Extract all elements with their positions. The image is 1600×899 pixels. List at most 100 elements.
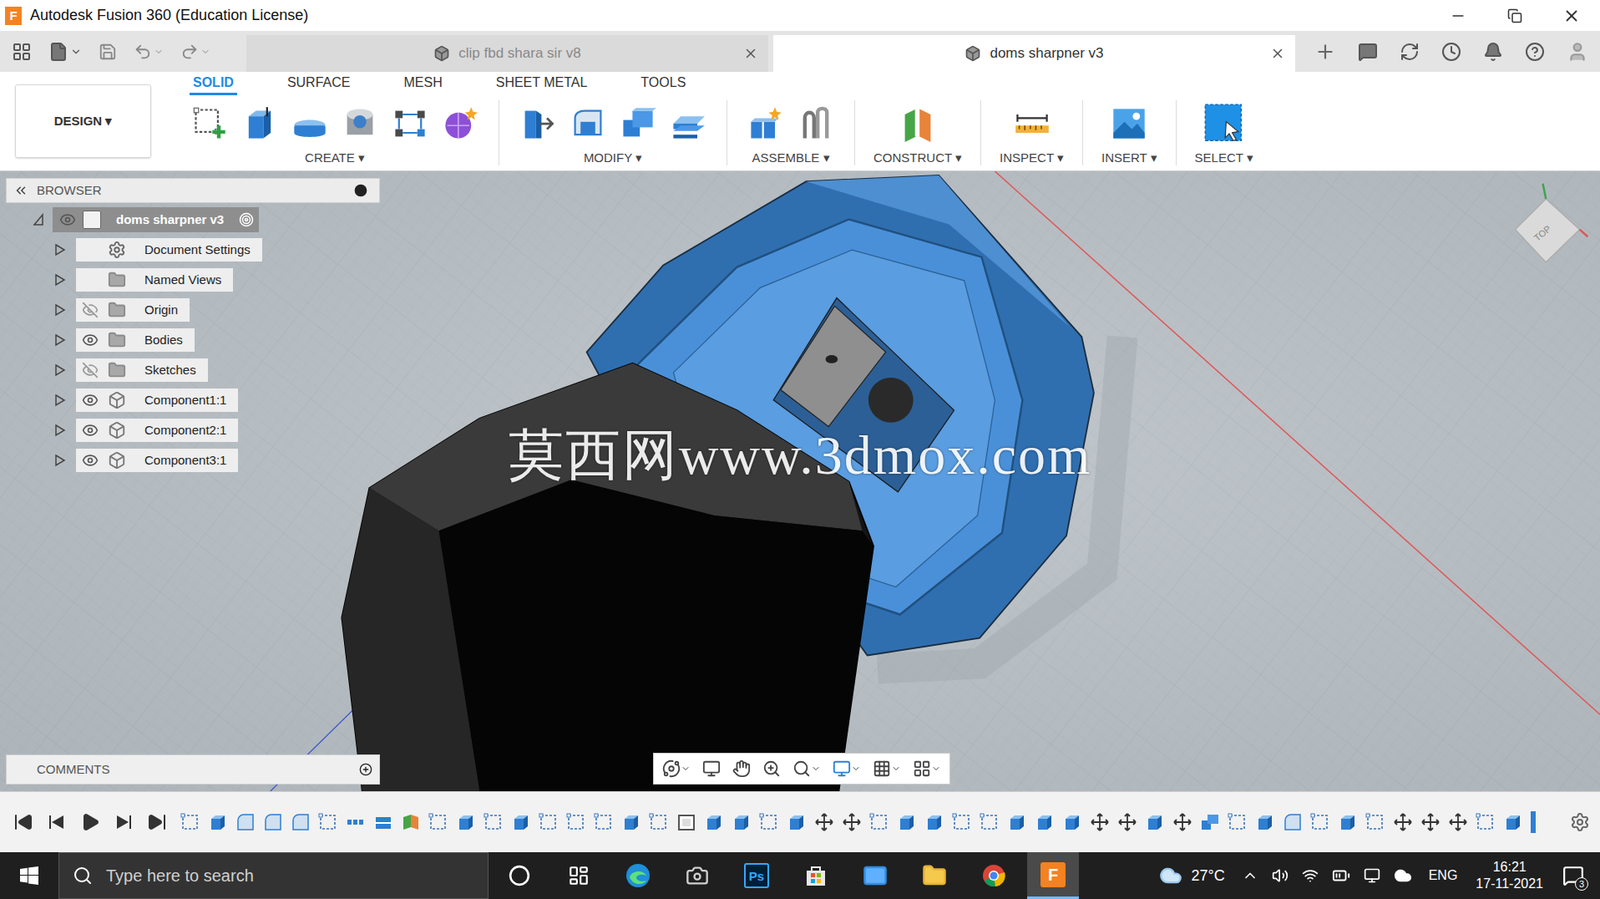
battery-icon[interactable] (1331, 865, 1351, 885)
sketch-feature-icon[interactable] (1365, 811, 1386, 832)
visibility-eye-icon[interactable] (81, 331, 99, 349)
taskview-taskbar-button[interactable] (552, 851, 605, 899)
collapse-icon[interactable] (32, 212, 45, 227)
move-feature-icon[interactable] (841, 811, 862, 832)
browser-item-label[interactable]: Component1:1 (134, 390, 227, 411)
extrude-feature-icon[interactable] (1062, 811, 1083, 832)
comments-panel[interactable]: COMMENTS (5, 754, 380, 785)
fillet-feature-icon[interactable] (1282, 811, 1303, 832)
language-indicator[interactable]: ENG (1420, 865, 1467, 886)
sketch-feature-icon[interactable] (979, 811, 1000, 832)
extrude-feature-icon[interactable] (207, 811, 228, 832)
extrude-feature-icon[interactable] (703, 811, 725, 832)
data-panel-icon[interactable] (11, 41, 32, 62)
tool-button[interactable] (795, 99, 836, 148)
move-feature-icon[interactable] (1448, 811, 1469, 832)
combine-feature-icon[interactable] (1200, 811, 1221, 832)
tool-button[interactable] (567, 99, 608, 148)
orbit-button[interactable] (662, 759, 691, 778)
show-hidden-icons-icon[interactable] (1241, 866, 1259, 884)
expand-icon[interactable] (54, 333, 66, 347)
zoom-icon[interactable] (762, 759, 781, 778)
step-back-icon[interactable] (46, 811, 67, 832)
sketch-feature-icon[interactable] (1310, 811, 1331, 832)
add-comment-icon[interactable] (359, 762, 373, 776)
browser-item[interactable]: Component1:1 (5, 384, 380, 416)
fillet-feature-icon[interactable] (290, 811, 311, 832)
action-center-button[interactable]: 3 (1553, 851, 1594, 899)
move-feature-icon[interactable] (1089, 811, 1110, 832)
volume-icon[interactable] (1271, 866, 1289, 884)
sketch-feature-icon[interactable] (180, 811, 201, 832)
tool-button[interactable] (339, 99, 380, 148)
visibility-eye-icon[interactable] (81, 391, 99, 409)
hidden-eye-icon[interactable] (81, 301, 99, 319)
extrude-feature-icon[interactable] (1034, 811, 1055, 832)
new-tab-icon[interactable] (1314, 40, 1337, 63)
browser-item-label[interactable]: Component2:1 (134, 420, 227, 441)
browser-root-row[interactable]: doms sharpner v3 (5, 204, 380, 235)
comments-icon[interactable] (1357, 41, 1378, 62)
browser-item[interactable]: Named Views (5, 264, 380, 295)
file-menu[interactable] (48, 41, 82, 62)
sync-icon[interactable] (1399, 41, 1420, 62)
fillet-feature-icon[interactable] (263, 811, 284, 832)
collapse-panel-icon[interactable] (13, 182, 29, 198)
onedrive-icon[interactable] (1393, 865, 1413, 885)
store-taskbar-button[interactable] (789, 851, 842, 899)
tool-button[interactable] (289, 99, 330, 148)
start-button[interactable] (0, 851, 59, 899)
activate-icon[interactable] (238, 212, 254, 228)
go-to-end-icon[interactable] (146, 811, 168, 832)
move-feature-icon[interactable] (1392, 811, 1413, 832)
browser-item-label[interactable]: Named Views (134, 270, 222, 290)
browser-item[interactable]: Bodies (5, 324, 380, 355)
ribbon-tab[interactable]: TOOLS (637, 71, 689, 96)
extrude-feature-icon[interactable] (621, 811, 642, 832)
browser-root-label[interactable]: doms sharpner v3 (107, 210, 233, 230)
extrude-feature-icon[interactable] (896, 811, 917, 832)
chrome-taskbar-button[interactable] (967, 851, 1020, 899)
tool-button[interactable] (745, 99, 786, 148)
ribbon-tab[interactable]: MESH (400, 71, 446, 96)
grid-settings-button[interactable] (872, 759, 902, 778)
browser-item[interactable]: Origin (5, 294, 380, 325)
model-view[interactable] (0, 171, 1600, 791)
tool-button[interactable] (1108, 99, 1150, 148)
cortana-taskbar-button[interactable] (493, 851, 546, 899)
tool-button[interactable] (1204, 99, 1245, 148)
sketch-feature-icon[interactable] (566, 811, 587, 832)
fit-button[interactable] (792, 759, 821, 778)
user-icon[interactable] (1566, 40, 1589, 63)
extrude-feature-icon[interactable] (731, 811, 752, 832)
plane-feature-icon[interactable] (400, 811, 421, 832)
tool-group-label[interactable]: ASSEMBLE ▾ (751, 148, 830, 168)
restore-button[interactable] (1486, 0, 1544, 31)
extrude-feature-icon[interactable] (511, 811, 532, 832)
step-forward-icon[interactable] (113, 811, 134, 832)
sketch-feature-icon[interactable] (538, 811, 559, 832)
expand-icon[interactable] (54, 303, 66, 317)
close-tab-icon[interactable] (743, 45, 759, 61)
extrude-feature-icon[interactable] (1007, 811, 1028, 832)
sketch-feature-icon[interactable] (869, 811, 890, 832)
timeline-settings-icon[interactable] (1569, 811, 1590, 832)
tool-group-label[interactable]: INSPECT ▾ (999, 148, 1064, 168)
display-settings-button[interactable] (832, 759, 861, 778)
split-feature-icon[interactable] (373, 811, 394, 832)
save-icon[interactable] (98, 42, 117, 61)
minimize-panel-icon[interactable] (354, 183, 368, 198)
expand-icon[interactable] (54, 423, 66, 437)
minimize-button[interactable] (1429, 0, 1487, 31)
weather-widget[interactable]: 27°C (1150, 863, 1233, 887)
sketch-feature-icon[interactable] (593, 811, 614, 832)
sketch-feature-icon[interactable] (428, 811, 449, 832)
browser-item-label[interactable]: Origin (134, 300, 178, 320)
browser-item[interactable]: Component3:1 (5, 445, 380, 476)
extrude-feature-icon[interactable] (1144, 811, 1165, 832)
extrude-feature-icon[interactable] (786, 811, 807, 832)
photoshop-taskbar-button[interactable]: Ps (730, 851, 783, 899)
pan-icon[interactable] (732, 759, 751, 778)
expand-icon[interactable] (54, 393, 66, 407)
shell-feature-icon[interactable] (676, 811, 697, 832)
